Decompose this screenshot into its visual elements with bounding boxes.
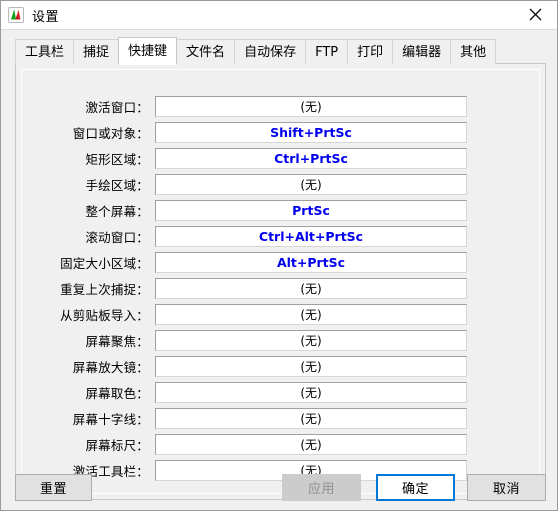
hotkey-label: 屏幕十字线： [72,411,149,427]
tab-strip: 工具栏 捕捉 快捷键 文件名 自动保存 FTP 打印 编辑器 其他 [15,36,497,65]
hotkey-input[interactable]: (无) [155,277,467,299]
close-icon[interactable] [513,1,557,28]
tab-hotkeys[interactable]: 快捷键 [118,37,178,65]
hotkey-row: 屏幕取色： (无) [22,379,539,405]
tab-ftp[interactable]: FTP [305,39,349,64]
hotkeys-panel-inner: 激活窗口： (无) 窗口或对象： Shift+PrtSc 矩形区域： Ctrl+PrtSc… [21,69,540,494]
hotkey-label: 屏幕标尺： [85,437,149,453]
tab-editor[interactable]: 编辑器 [392,39,452,64]
settings-dialog: 设置 工具栏 捕捉 快捷键 文件名 自动保存 FTP 打印 编辑器 其他 激活窗… [0,0,558,511]
cancel-button[interactable]: 取消 [467,474,546,501]
hotkey-input[interactable]: Shift+PrtSc [155,121,467,143]
hotkey-label: 激活窗口： [85,99,149,115]
hotkey-row: 屏幕标尺： (无) [22,431,539,457]
hotkey-row: 屏幕放大镜： (无) [22,353,539,379]
hotkey-row: 屏幕聚焦： (无) [22,327,539,353]
hotkey-label: 矩形区域： [85,151,149,167]
ok-button[interactable]: 确定 [376,474,455,501]
hotkey-row: 矩形区域： Ctrl+PrtSc [22,145,539,171]
hotkey-label: 滚动窗口： [85,229,149,245]
faststone-capture-icon [7,6,25,24]
hotkey-input[interactable]: Alt+PrtSc [155,251,467,273]
hotkey-row: 滚动窗口： Ctrl+Alt+PrtSc [22,223,539,249]
hotkey-input[interactable]: (无) [155,303,467,325]
hotkey-input[interactable]: (无) [155,407,467,429]
hotkey-input[interactable]: (无) [155,173,467,195]
hotkey-row: 从剪贴板导入： (无) [22,301,539,327]
tab-filename[interactable]: 文件名 [176,39,236,64]
hotkey-row: 激活窗口： (无) [22,93,539,119]
hotkey-row: 屏幕十字线： (无) [22,405,539,431]
hotkey-label: 从剪贴板导入： [60,307,149,323]
tab-autosave[interactable]: 自动保存 [234,39,307,64]
tab-print[interactable]: 打印 [347,39,394,64]
tab-capture[interactable]: 捕捉 [73,39,120,64]
hotkey-input[interactable]: (无) [155,433,467,455]
hotkey-input[interactable]: (无) [155,381,467,403]
hotkey-input[interactable]: Ctrl+PrtSc [155,147,467,169]
hotkey-row: 固定大小区域： Alt+PrtSc [22,249,539,275]
hotkey-label: 手绘区域： [85,177,149,193]
apply-button: 应用 [282,474,361,501]
hotkey-row: 重复上次捕捉： (无) [22,275,539,301]
hotkey-input[interactable]: Ctrl+Alt+PrtSc [155,225,467,247]
hotkey-label: 重复上次捕捉： [60,281,149,297]
hotkey-row: 窗口或对象： Shift+PrtSc [22,119,539,145]
hotkey-input[interactable]: PrtSc [155,199,467,221]
hotkey-label: 屏幕放大镜： [72,359,149,375]
hotkeys-panel: 激活窗口： (无) 窗口或对象： Shift+PrtSc 矩形区域： Ctrl+PrtSc… [15,63,546,500]
window-title: 设置 [32,9,60,25]
reset-button[interactable]: 重置 [15,474,92,501]
hotkey-label: 窗口或对象： [72,125,149,141]
hotkey-row: 整个屏幕： PrtSc [22,197,539,223]
hotkey-input[interactable]: (无) [155,355,467,377]
tab-other[interactable]: 其他 [450,39,497,64]
hotkey-label: 屏幕取色： [85,385,149,401]
hotkey-label: 固定大小区域： [60,255,149,271]
hotkey-label: 整个屏幕： [85,203,149,219]
tab-area: 工具栏 捕捉 快捷键 文件名 自动保存 FTP 打印 编辑器 其他 激活窗口： (… [1,29,557,510]
dialog-footer: 重置 应用 确定 取消 [1,470,557,510]
hotkey-row: 手绘区域： (无) [22,171,539,197]
hotkey-input[interactable]: (无) [155,95,467,117]
hotkey-input[interactable]: (无) [155,329,467,351]
hotkey-rows: 激活窗口： (无) 窗口或对象： Shift+PrtSc 矩形区域： Ctrl+PrtSc… [22,93,539,483]
tab-toolbar[interactable]: 工具栏 [15,39,75,64]
hotkey-label: 屏幕聚焦： [85,333,149,349]
title-bar: 设置 [1,1,557,29]
